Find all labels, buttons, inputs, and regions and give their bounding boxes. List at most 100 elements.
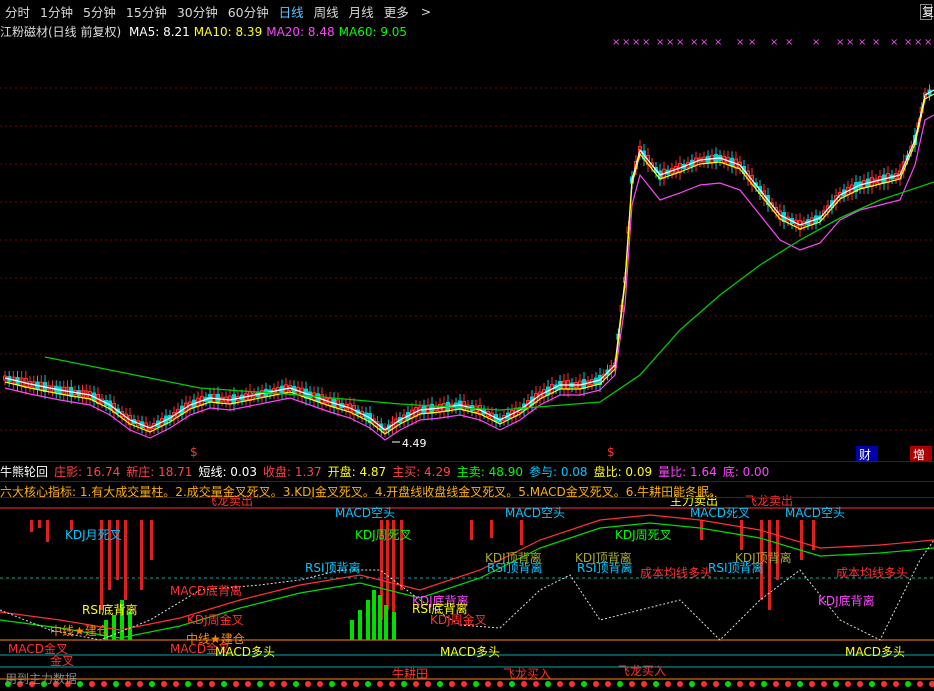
signal-label: KDJ周金叉 xyxy=(430,612,487,627)
bottom-dot xyxy=(461,681,467,687)
signal-x-mark: × xyxy=(656,37,664,48)
bottom-dot xyxy=(389,681,395,687)
signal-x-mark: × xyxy=(632,37,640,48)
signal-label: 中线★建仓 xyxy=(50,623,109,638)
bottom-dot xyxy=(617,681,623,687)
signal-label: 飞龙买入 xyxy=(503,667,551,681)
signal-x-mark: × xyxy=(642,37,650,48)
green-bar xyxy=(350,620,354,640)
signal-bar xyxy=(38,520,41,528)
bottom-dot xyxy=(437,681,443,687)
bottom-dot xyxy=(281,681,287,687)
bottom-dot xyxy=(845,681,851,687)
bottom-dot xyxy=(785,681,791,687)
green-bar xyxy=(378,595,382,640)
bottom-dot xyxy=(125,681,131,687)
signal-label: KDJ周死叉 xyxy=(615,528,672,542)
green-bar xyxy=(384,605,388,640)
signal-bar xyxy=(46,520,49,542)
signal-x-mark: × xyxy=(812,37,820,48)
bottom-dot xyxy=(77,681,83,687)
bottom-dot xyxy=(89,681,95,687)
indicator-value-3: 短线: 0.03 xyxy=(198,465,258,479)
kline-chart[interactable]: 4.49× × × × × × × × × × × × × × × × × × × × × × ×$ $ 财增飞龙卖出MACD空… xyxy=(0,0,934,691)
bottom-dot xyxy=(413,681,419,687)
bottom-dot xyxy=(269,681,275,687)
bottom-dot xyxy=(161,681,167,687)
bottom-dot xyxy=(857,681,863,687)
dollar-marker: $ xyxy=(607,445,615,459)
indicator-value-6: 主买: 4.29 xyxy=(392,465,451,479)
signal-bar xyxy=(30,520,33,532)
bottom-dot xyxy=(473,681,479,687)
ma5-line xyxy=(4,89,934,431)
signal-bar xyxy=(140,520,143,590)
bottom-dot xyxy=(101,681,107,687)
bottom-dot xyxy=(605,681,611,687)
ma10-line xyxy=(4,93,934,435)
indicator-value-1: 庄影: 16.74 xyxy=(54,465,121,479)
bottom-dot xyxy=(701,681,707,687)
bottom-dot xyxy=(917,681,923,687)
signal-bar xyxy=(700,520,703,540)
signal-x-mark: × xyxy=(872,37,880,48)
bottom-dot xyxy=(209,681,215,687)
ma60-line xyxy=(44,181,934,411)
bottom-dot xyxy=(641,681,647,687)
indicator-value-5: 开盘: 4.87 xyxy=(327,465,387,479)
bottom-dot xyxy=(581,681,587,687)
indicator-values-row: 牛熊轮回 庄影: 16.74 新庄: 18.71 短线: 0.03 收盘: 1.37 开盘… xyxy=(0,463,775,480)
signal-bar xyxy=(776,520,779,580)
signal-x-mark: × xyxy=(676,37,684,48)
signal-x-mark: × xyxy=(700,37,708,48)
bottom-dot xyxy=(185,681,191,687)
indicator-value-11: 底: 0.00 xyxy=(722,465,770,479)
signal-label: 牛耕田 xyxy=(392,666,428,681)
bottom-dot xyxy=(425,681,431,687)
signal-x-mark: × xyxy=(748,37,756,48)
signal-x-mark: × xyxy=(690,37,698,48)
signal-label: KDJ底背离 xyxy=(818,593,875,608)
signal-bar xyxy=(520,520,523,545)
bottom-dot xyxy=(521,681,527,687)
bottom-dot xyxy=(893,681,899,687)
signal-label: MACD多头 xyxy=(845,645,905,659)
bottom-dot xyxy=(221,681,227,687)
bottom-dot xyxy=(725,681,731,687)
bottom-dot xyxy=(629,681,635,687)
bottom-dot xyxy=(677,681,683,687)
signal-label: MACD空头 xyxy=(335,506,395,520)
green-bar xyxy=(372,590,376,640)
signal-bar xyxy=(150,520,153,560)
signal-label: RSI顶背离 xyxy=(708,560,764,575)
signal-label: RSI顶背离 xyxy=(487,560,543,575)
bottom-dot xyxy=(149,681,155,687)
bottom-dot xyxy=(569,681,575,687)
signal-x-mark: × xyxy=(622,37,630,48)
bottom-dot xyxy=(713,681,719,687)
bottom-dot xyxy=(137,681,143,687)
zeng-marker: 增 xyxy=(913,448,925,462)
signal-label: 成本均线多头 xyxy=(836,566,908,580)
signal-label: RSI顶背离 xyxy=(305,560,361,575)
dollar-marker: $ xyxy=(190,445,198,459)
green-bar xyxy=(358,610,362,640)
indicator-value-0: 牛熊轮回 xyxy=(0,465,49,479)
bottom-dot xyxy=(869,681,875,687)
bottom-dot xyxy=(401,681,407,687)
green-bar xyxy=(366,600,370,640)
indicator-value-7: 主卖: 48.90 xyxy=(456,465,523,479)
signal-label: MACD底背离 xyxy=(170,583,242,598)
signal-x-mark: × xyxy=(914,37,922,48)
bottom-dot xyxy=(533,681,539,687)
bottom-dot xyxy=(545,681,551,687)
bottom-dot xyxy=(737,681,743,687)
bottom-dot xyxy=(773,681,779,687)
signal-label: MACD空头 xyxy=(785,506,845,520)
signal-x-mark: × xyxy=(904,37,912,48)
ma20-line xyxy=(4,114,934,441)
bottom-dot xyxy=(821,681,827,687)
bottom-dot xyxy=(353,681,359,687)
caiwu-marker: 财 xyxy=(859,448,871,462)
signal-label: 成本均线多头 xyxy=(640,566,712,580)
